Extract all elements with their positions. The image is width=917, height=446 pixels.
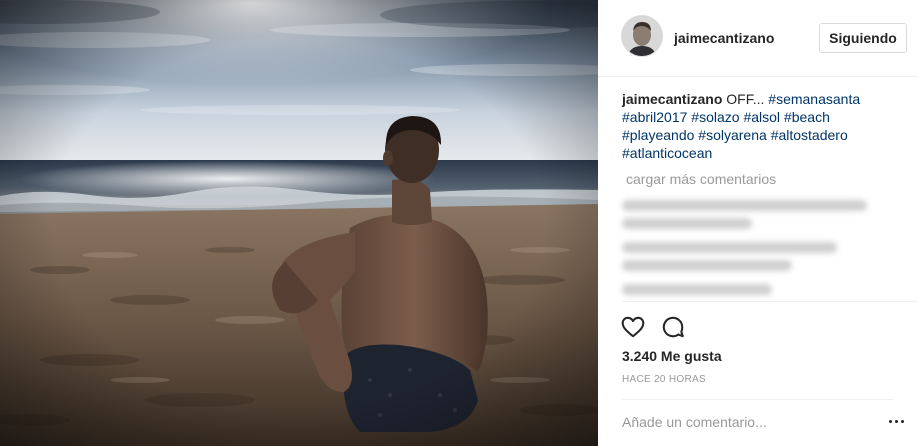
ellipsis-icon[interactable] xyxy=(888,413,908,429)
post-header: jaimecantizano Siguiendo xyxy=(598,0,917,77)
following-button[interactable]: Siguiendo xyxy=(819,23,907,53)
hashtag-link[interactable]: #atlanticocean xyxy=(622,145,712,161)
blurred-comments xyxy=(618,194,888,300)
hashtag-link[interactable]: #playeando xyxy=(622,127,694,143)
post-timestamp[interactable]: HACE 20 HORAS xyxy=(622,374,706,385)
hashtag-link[interactable]: #beach xyxy=(784,109,830,125)
heart-icon[interactable] xyxy=(620,314,646,345)
speech-bubble-icon[interactable] xyxy=(660,314,686,345)
hashtag-link[interactable]: #solazo xyxy=(691,109,739,125)
beach-photo-image xyxy=(0,0,598,446)
divider xyxy=(622,301,917,302)
post-side-panel: jaimecantizano Siguiendo jaimecantizano … xyxy=(598,0,917,446)
add-comment-input[interactable] xyxy=(622,410,862,434)
hashtag-link[interactable]: #solyarena xyxy=(698,127,767,143)
comment-divider xyxy=(622,399,893,400)
load-more-comments-link[interactable]: cargar más comentarios xyxy=(626,171,776,187)
likes-count[interactable]: 3.240 Me gusta xyxy=(622,348,722,364)
post-photo[interactable] xyxy=(0,0,598,446)
header-username-link[interactable]: jaimecantizano xyxy=(674,30,774,46)
hashtag-link[interactable]: #alsol xyxy=(743,109,780,125)
avatar[interactable] xyxy=(622,16,662,56)
hashtag-link[interactable]: #abril2017 xyxy=(622,109,687,125)
instagram-post: jaimecantizano Siguiendo jaimecantizano … xyxy=(0,0,917,446)
caption: jaimecantizano OFF... #semanasanta #abri… xyxy=(622,90,892,162)
caption-text: OFF... xyxy=(726,91,765,107)
hashtag-link[interactable]: #altostadero xyxy=(771,127,848,143)
avatar-image xyxy=(622,16,662,56)
hashtag-link[interactable]: #semanasanta xyxy=(768,91,860,107)
caption-username-link[interactable]: jaimecantizano xyxy=(622,91,722,107)
